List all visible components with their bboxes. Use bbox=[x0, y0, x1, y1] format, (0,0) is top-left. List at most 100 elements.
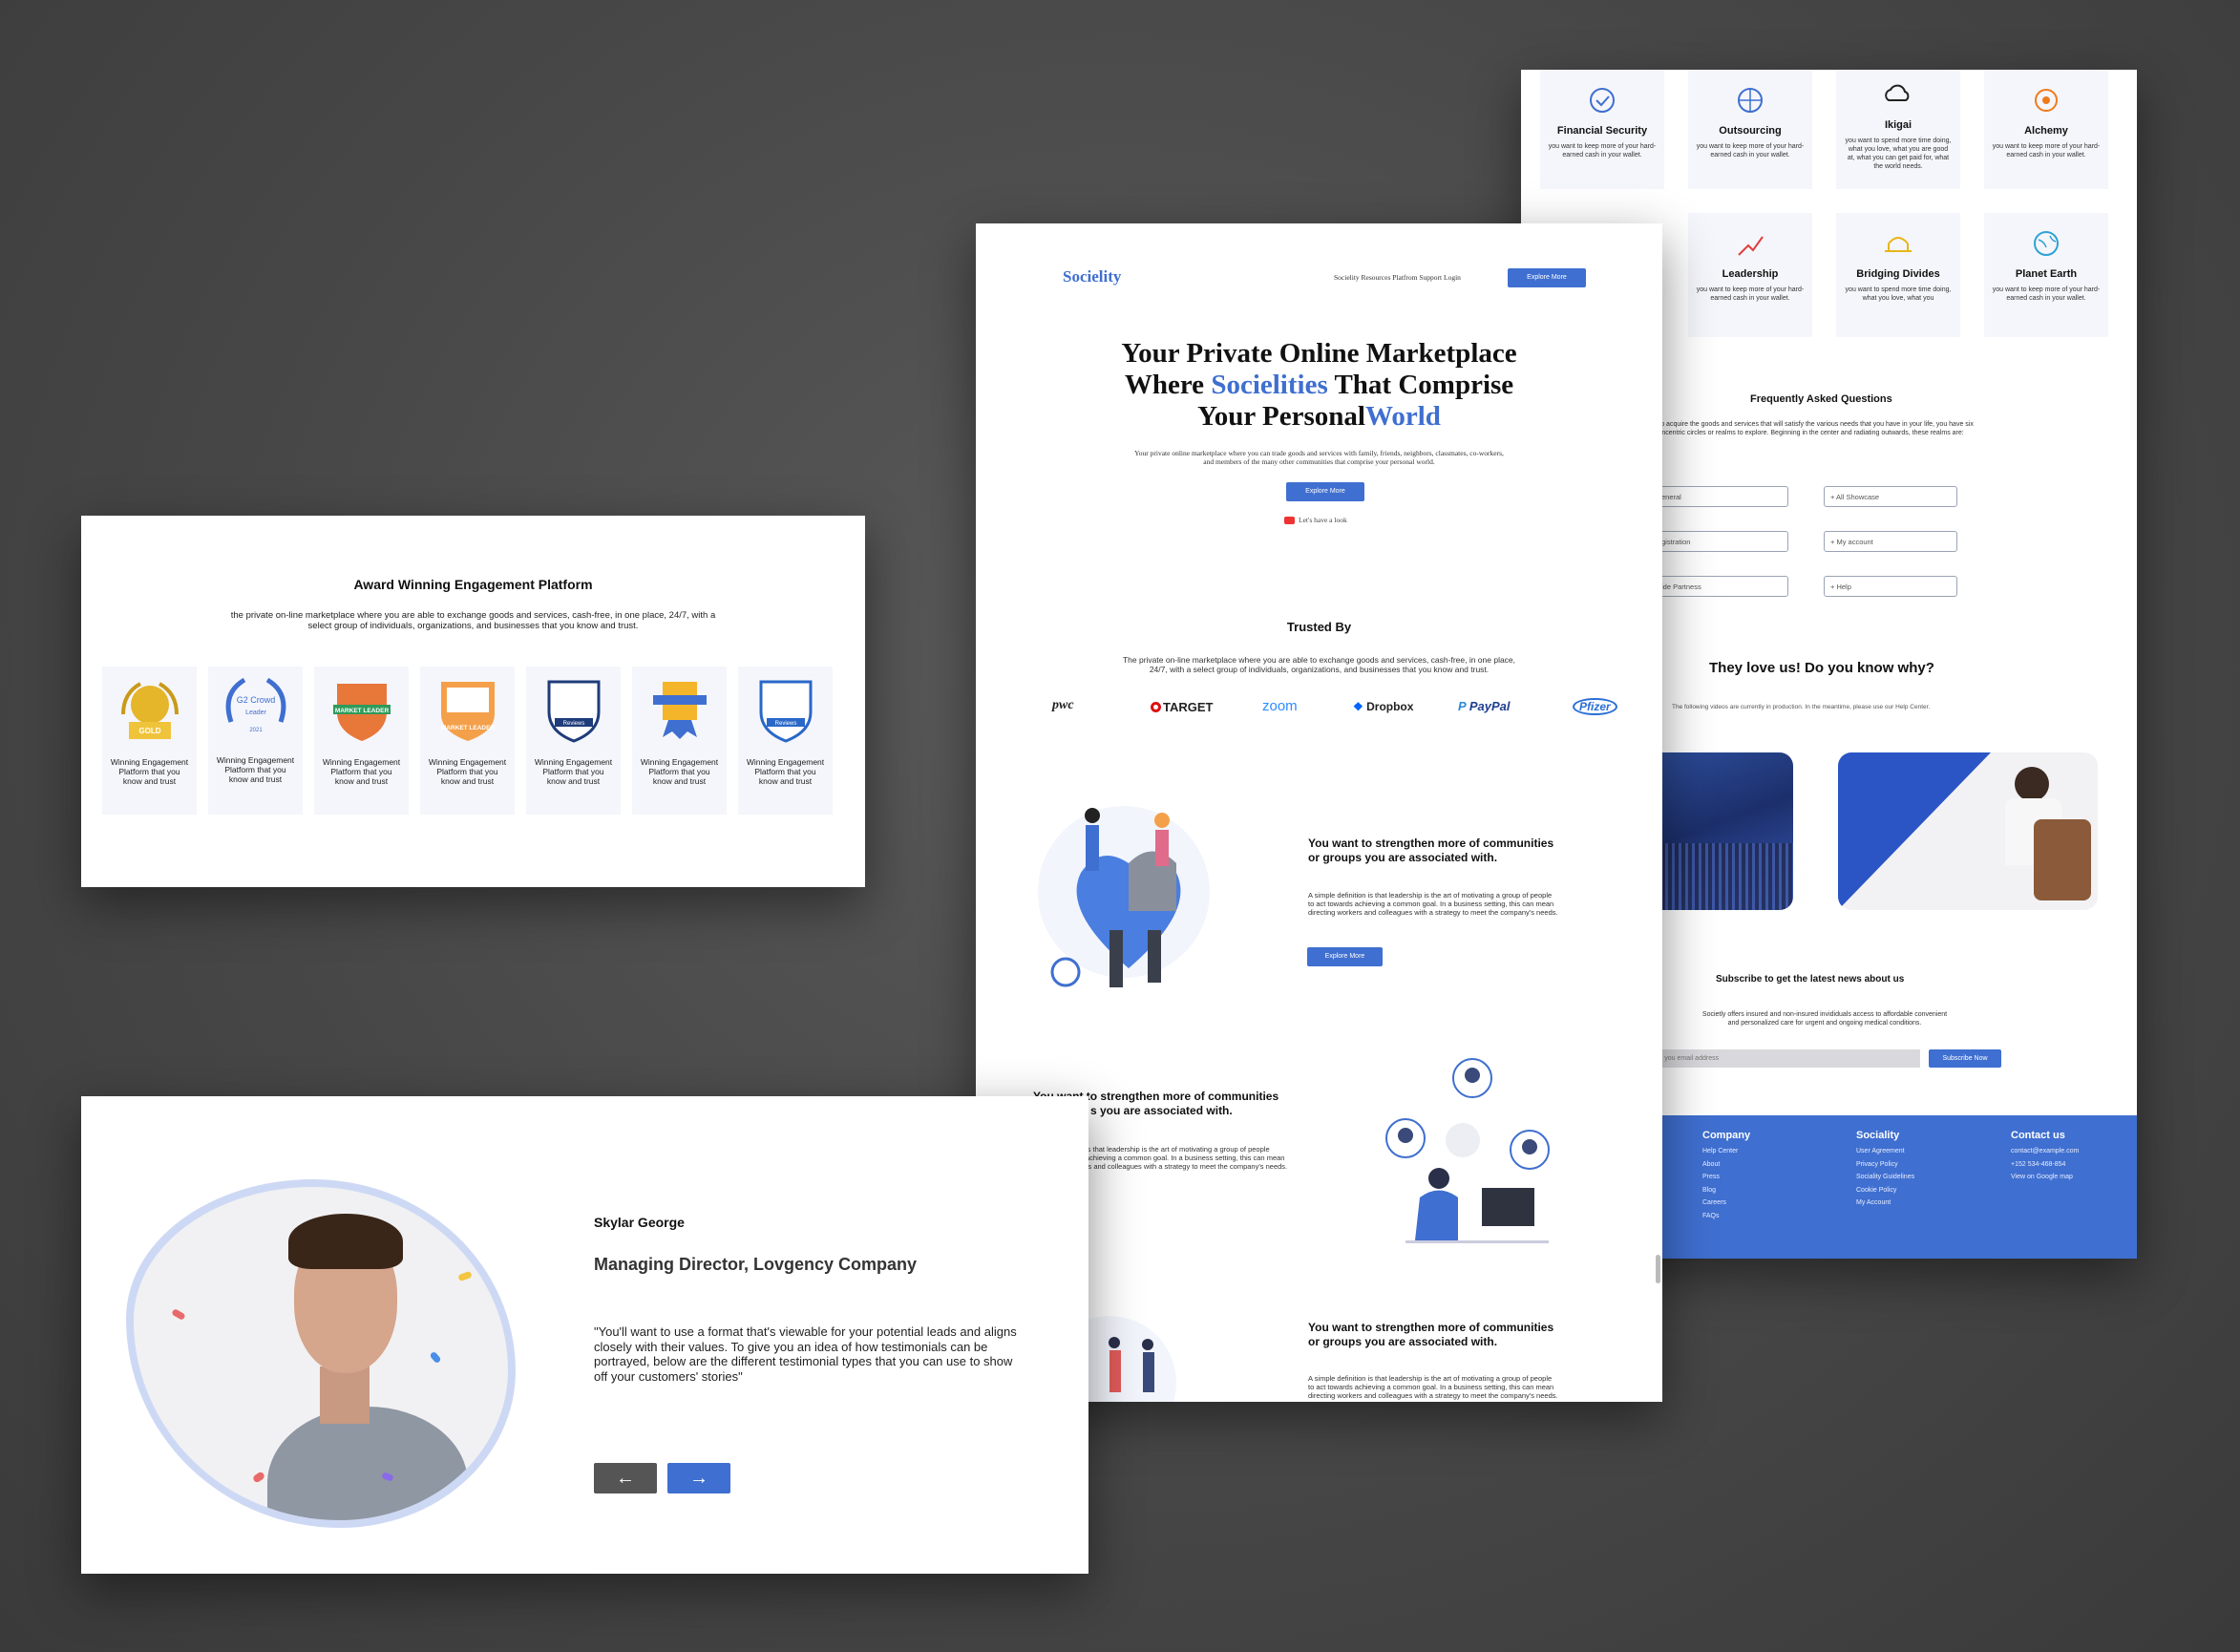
prev-button[interactable]: ← bbox=[594, 1463, 657, 1493]
planet-icon bbox=[2034, 231, 2059, 256]
target-logo: TARGET bbox=[1151, 700, 1213, 714]
category-title: Financial Security bbox=[1556, 125, 1648, 137]
alchemy-icon bbox=[2035, 89, 2058, 112]
category-desc: you want to keep more of your hard-earne… bbox=[1992, 143, 2101, 159]
video-thumbnail-conference[interactable] bbox=[1655, 752, 1793, 910]
email-input[interactable]: r you email address bbox=[1655, 1049, 1920, 1068]
category-title: Bridging Divides bbox=[1856, 268, 1940, 280]
footer-company-heading: Company bbox=[1702, 1130, 1751, 1141]
footer-link[interactable]: View on Google map bbox=[2011, 1171, 2079, 1184]
nav-explore-button[interactable]: Explore More bbox=[1508, 268, 1586, 287]
faq-item-showcase[interactable]: + All Showcase bbox=[1824, 486, 1957, 507]
footer-link[interactable]: Help Center bbox=[1702, 1145, 1750, 1158]
badge-text: 2021 bbox=[249, 728, 263, 733]
category-title: Planet Earth bbox=[2015, 268, 2078, 280]
feature1-desc: A simple definition is that leadership i… bbox=[1308, 891, 1558, 917]
youtube-play-icon bbox=[1284, 517, 1295, 525]
footer-link[interactable]: Careers bbox=[1702, 1197, 1750, 1210]
badge-text: GOLD bbox=[138, 727, 160, 735]
hero-heading: Your Private Online Marketplace Where So… bbox=[1121, 338, 1517, 432]
footer-link[interactable]: +152 534-468-854 bbox=[2011, 1158, 2079, 1172]
trusted-desc: The private on-line marketplace where yo… bbox=[1122, 655, 1516, 674]
feature1-title: You want to strengthen more of communiti… bbox=[1308, 837, 1554, 864]
faq-item-my-account[interactable]: + My account bbox=[1824, 531, 1957, 552]
footer-link[interactable]: contact@example.com bbox=[2011, 1145, 2079, 1158]
testimonial-quote: "You'll want to use a format that's view… bbox=[594, 1324, 1017, 1384]
award-title: Award Winning Engagement Platform bbox=[353, 577, 593, 592]
market-leader-badge-icon: MARKET LEADER bbox=[440, 682, 495, 741]
footer-link[interactable]: User Agreement bbox=[1856, 1145, 1914, 1158]
growth-icon bbox=[1738, 236, 1764, 256]
badge-text: Reviews bbox=[562, 721, 584, 727]
category-desc: you want to keep more of your hard-earne… bbox=[1992, 286, 2101, 302]
footer-link[interactable]: Sociality Guidelines bbox=[1856, 1171, 1914, 1184]
testimonial-panel: Skylar George Managing Director, Lovgenc… bbox=[81, 1096, 1088, 1574]
brand-logo[interactable]: Socielity bbox=[1063, 267, 1121, 286]
category-desc: you want to spend more time doing, what … bbox=[1845, 138, 1952, 170]
paypal-icon: P bbox=[1458, 699, 1467, 713]
category-card-bridging-divides[interactable]: Bridging Divides you want to spend more … bbox=[1836, 213, 1960, 337]
feature1-explore-button[interactable]: Explore More bbox=[1307, 947, 1383, 966]
arrow-left-icon: ← bbox=[616, 1468, 635, 1489]
zoom-logo: zoom bbox=[1262, 698, 1298, 714]
footer-link[interactable]: Privacy Policy bbox=[1856, 1158, 1914, 1172]
badge-text: MARKET LEADER bbox=[440, 725, 495, 731]
g2-crowd-badge-icon: G2 Crowd Leader 2021 bbox=[225, 677, 285, 733]
feature2-desc: is that leadership is the art of motivat… bbox=[1086, 1145, 1288, 1171]
video-link[interactable]: Let's have a look bbox=[1284, 516, 1347, 525]
reviews-shield-icon: Reviews bbox=[547, 680, 600, 743]
footer-link[interactable]: Press bbox=[1702, 1171, 1750, 1184]
remote-meeting-illustration bbox=[1385, 1058, 1550, 1243]
category-desc: you want to keep more of your hard-earne… bbox=[1696, 143, 1805, 159]
category-desc: you want to keep more of your hard-earne… bbox=[1548, 143, 1657, 159]
faq-item-help[interactable]: + Help bbox=[1824, 576, 1957, 597]
globe-network-icon bbox=[1738, 88, 1763, 113]
feature3-desc: A simple definition is that leadership i… bbox=[1308, 1374, 1558, 1400]
next-button[interactable]: → bbox=[667, 1463, 730, 1493]
badge-text: G2 Crowd bbox=[236, 695, 275, 705]
footer-contact-heading: Contact us bbox=[2011, 1130, 2065, 1141]
feature3-title: You want to strengthen more of communiti… bbox=[1308, 1321, 1554, 1348]
footer-link[interactable]: FAQs bbox=[1702, 1210, 1750, 1223]
footer-link[interactable]: About bbox=[1702, 1158, 1750, 1172]
avatar bbox=[134, 1187, 508, 1520]
category-card-outsourcing[interactable]: Outsourcing you want to keep more of you… bbox=[1688, 70, 1812, 189]
subscribe-button[interactable]: Subscribe Now bbox=[1929, 1049, 2001, 1068]
category-card-alchemy[interactable]: Alchemy you want to keep more of your ha… bbox=[1984, 70, 2108, 189]
love-desc: The following videos are currently in pr… bbox=[1672, 704, 1931, 710]
category-card-leadership[interactable]: Leadership you want to keep more of your… bbox=[1688, 213, 1812, 337]
category-title: Alchemy bbox=[2024, 125, 2068, 137]
badge-text: Reviews bbox=[774, 721, 796, 727]
market-leader-shield-icon: MARKET LEADER bbox=[332, 684, 391, 741]
award-badge-card: MARKET LEADER Winning Engagement Platform… bbox=[420, 667, 515, 815]
top-nav[interactable]: Socielity Resources Platfrom Support Log… bbox=[1334, 273, 1461, 282]
paypal-logo: P PayPal bbox=[1458, 699, 1511, 713]
faq-item-partness[interactable]: ide Partness bbox=[1655, 576, 1788, 597]
hero-desc: Your private online marketplace where yo… bbox=[1134, 449, 1504, 466]
category-title: Ikigai bbox=[1884, 119, 1912, 131]
category-card-ikigai[interactable]: Ikigai you want to spend more time doing… bbox=[1836, 70, 1960, 189]
trusted-title: Trusted By bbox=[1286, 620, 1352, 634]
gold-award-icon: GOLD bbox=[120, 682, 179, 739]
video-thumbnail-office[interactable] bbox=[1838, 752, 2098, 910]
footer-link[interactable]: My Account bbox=[1856, 1197, 1914, 1210]
award-desc: the private on-line marketplace where yo… bbox=[230, 610, 716, 631]
reviews-shield-icon: Reviews bbox=[759, 680, 812, 743]
faq-title: Frequently Asked Questions bbox=[1750, 393, 1892, 405]
hero-explore-button[interactable]: Explore More bbox=[1286, 482, 1364, 501]
badge-text: MARKET LEADER bbox=[334, 708, 389, 714]
award-badge-card: Reviews Winning Engagement Platform that … bbox=[526, 667, 621, 815]
faq-item-registration[interactable]: gistration bbox=[1655, 531, 1788, 552]
faq-item-general[interactable]: eneral bbox=[1655, 486, 1788, 507]
category-card-planet-earth[interactable]: Planet Earth you want to keep more of yo… bbox=[1984, 213, 2108, 337]
category-title: Outsourcing bbox=[1719, 125, 1782, 137]
scrollbar[interactable] bbox=[1656, 1255, 1660, 1283]
pwc-logo: pwc bbox=[1052, 698, 1074, 712]
category-card-financial-security[interactable]: Financial Security you want to keep more… bbox=[1540, 70, 1664, 189]
avatar-blob bbox=[126, 1179, 516, 1528]
love-title: They love us! Do you know why? bbox=[1709, 660, 1934, 676]
footer-link[interactable]: Cookie Policy bbox=[1856, 1184, 1914, 1197]
footer-link[interactable]: Blog bbox=[1702, 1184, 1750, 1197]
footer-sociality-heading: Sociality bbox=[1856, 1130, 1900, 1141]
ribbon-medal-icon bbox=[652, 682, 707, 739]
